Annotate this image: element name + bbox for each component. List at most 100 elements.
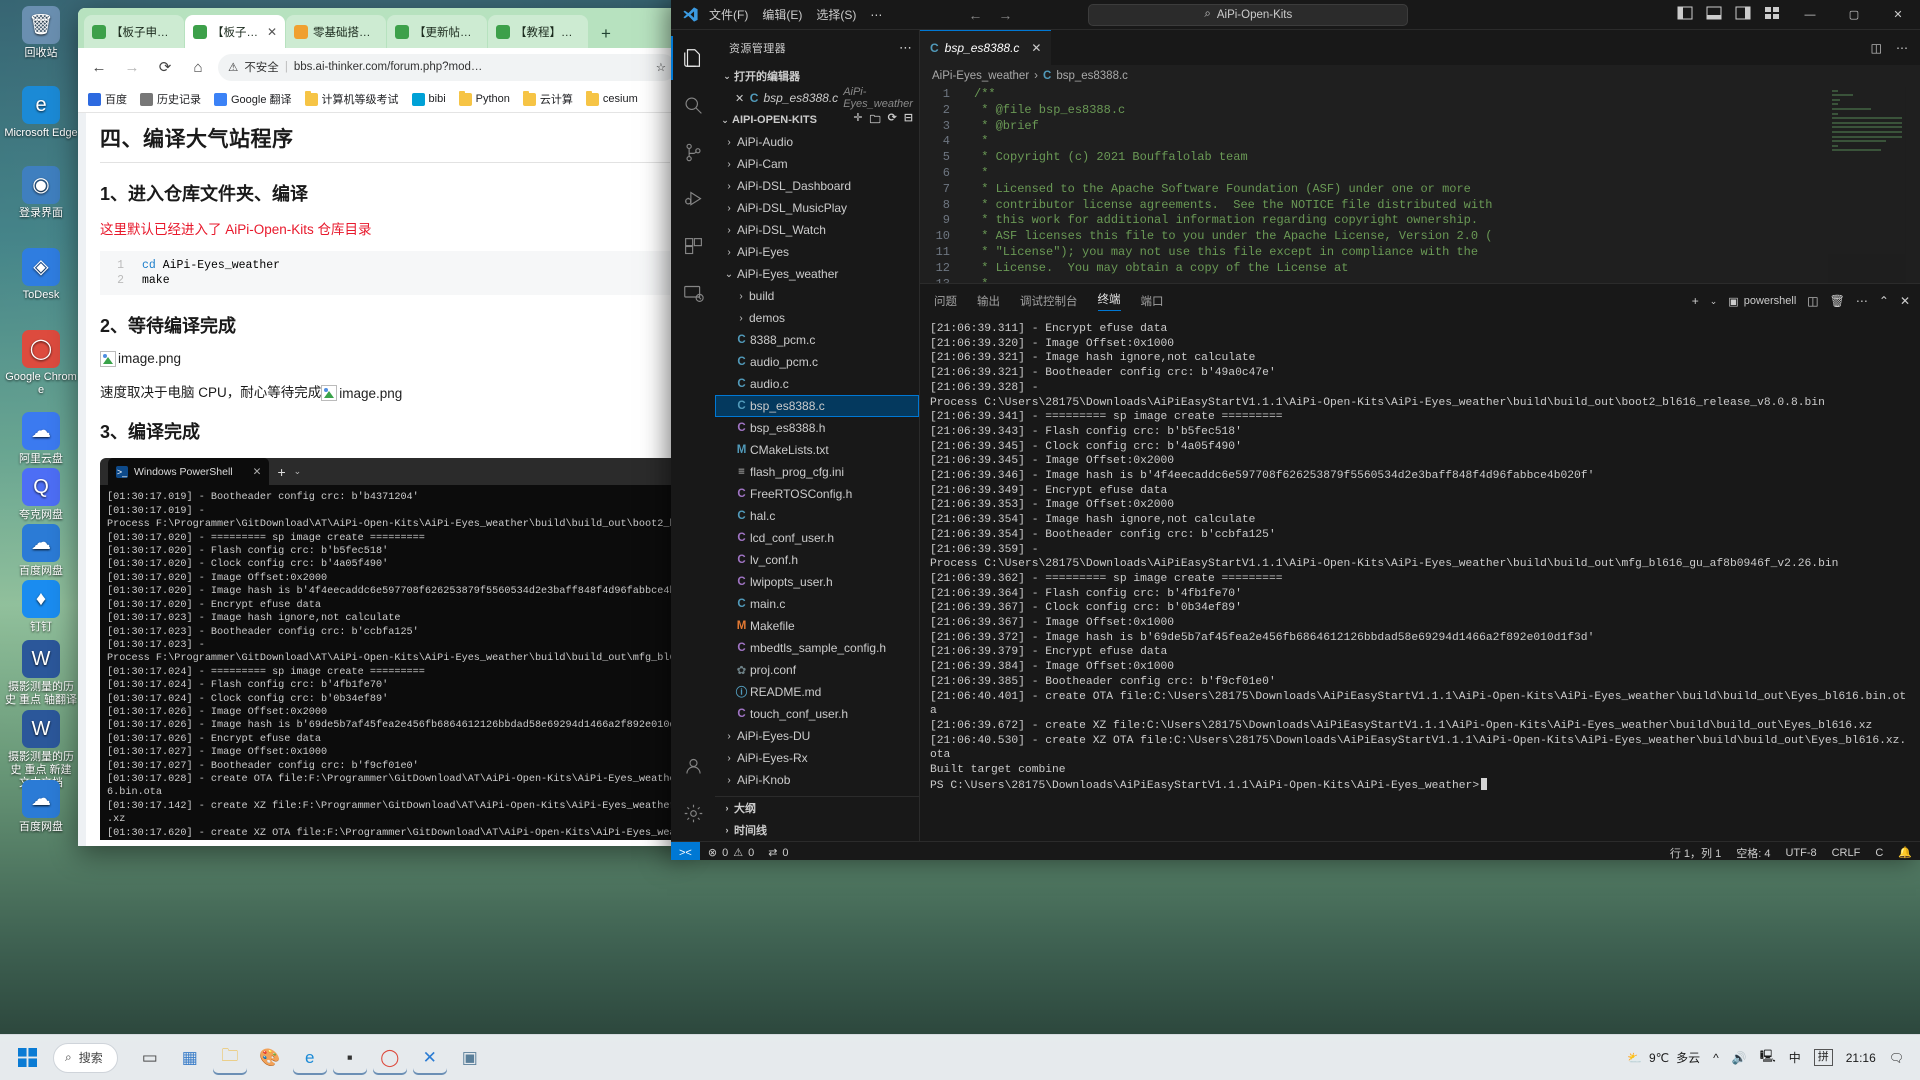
file-tree[interactable]: › AiPi-Audio › AiPi-Cam › AiPi-DSL_Dashboard ›… <box>715 131 919 796</box>
chevron-right-icon[interactable]: › <box>733 313 749 324</box>
close-panel-icon[interactable]: ✕ <box>1900 294 1910 308</box>
ime-language-indicator[interactable]: 中 <box>1789 1049 1801 1066</box>
code-text[interactable]: /** * @file bsp_es8388.c * @brief * * Co… <box>962 87 1920 283</box>
explorer-action-1[interactable]: 🗀 <box>870 111 881 130</box>
tray-expand-icon[interactable]: ^ <box>1713 1051 1719 1065</box>
desktop-icon-7[interactable]: ☁ 百度网盘 <box>4 524 78 578</box>
desktop-icon-9[interactable]: W 摄影测量的历史 重点 轴翻译 <box>4 640 78 707</box>
browser-tab-2[interactable]: 零基础搭建… <box>286 15 386 48</box>
minimap[interactable] <box>1828 87 1906 283</box>
breadcrumb-folder[interactable]: AiPi-Eyes_weather <box>932 70 1029 82</box>
tree-file-bsp_es8388.c[interactable]: Cbsp_es8388.c <box>715 395 919 417</box>
tree-file-main.c[interactable]: Cmain.c <box>715 593 919 615</box>
menu-item-2[interactable]: 选择(S) <box>816 6 856 23</box>
customize-layout-icon[interactable] <box>1764 6 1780 23</box>
tree-folder-AiPi-Cam[interactable]: › AiPi-Cam <box>715 153 919 175</box>
split-terminal-icon[interactable]: ◫ <box>1807 294 1818 308</box>
vscode-forward-icon[interactable]: → <box>998 7 1012 23</box>
browser-tab-0[interactable]: 【板子申请】 <box>84 15 184 48</box>
desktop-icon-5[interactable]: ☁ 阿里云盘 <box>4 412 78 466</box>
taskbar-app-chrome[interactable]: ◯ <box>373 1041 407 1075</box>
browser-tab-3[interactable]: 【更新帖】AiPi… <box>387 15 487 48</box>
forward-icon[interactable]: → <box>119 54 145 80</box>
panel-more-icon[interactable]: ⋯ <box>1856 294 1868 308</box>
bookmark-5[interactable]: Python <box>458 90 510 106</box>
tree-folder-build[interactable]: › build <box>715 285 919 307</box>
tree-folder-AiPi-DSL_MusicPlay[interactable]: › AiPi-DSL_MusicPlay <box>715 197 919 219</box>
tree-folder-AiPi-Eyes_weather[interactable]: ⌄ AiPi-Eyes_weather <box>715 263 919 285</box>
tree-file-lwipopts_user.h[interactable]: Clwipopts_user.h <box>715 571 919 593</box>
language-mode[interactable]: C <box>1875 847 1883 859</box>
minimize-button[interactable]: — <box>1788 0 1832 30</box>
desktop-icon-10[interactable]: W摄影测量的历史 重点 新建 文本文档 <box>4 710 78 790</box>
activitybar-remote-explorer-icon[interactable] <box>671 271 715 315</box>
explorer-more-icon[interactable]: ⋯ <box>899 40 913 56</box>
maximize-panel-icon[interactable]: ⌃ <box>1879 294 1889 308</box>
tree-file-mbedtls_sample_config.h[interactable]: Cmbedtls_sample_config.h <box>715 637 919 659</box>
taskbar-app-edge[interactable]: e <box>293 1041 327 1075</box>
notifications-icon[interactable]: 🗨 <box>1889 1051 1904 1065</box>
taskbar-search[interactable]: ⌕ 搜索 <box>53 1042 118 1073</box>
vscode-back-icon[interactable]: ← <box>968 7 982 23</box>
toggle-panel-icon[interactable] <box>1706 6 1722 23</box>
tree-folder-AiPi-Eyes[interactable]: › AiPi-Eyes <box>715 241 919 263</box>
chevron-right-icon[interactable]: › <box>721 753 737 764</box>
desktop-icon-11[interactable]: ☁ 百度网盘 <box>4 780 78 834</box>
taskbar-app-vscode[interactable]: ✕ <box>413 1041 447 1075</box>
bookmark-3[interactable]: 计算机等级考试 <box>304 90 399 107</box>
chevron-right-icon[interactable]: › <box>721 137 737 148</box>
ime-mode-indicator[interactable]: 拼 <box>1813 1049 1833 1066</box>
cursor-position[interactable]: 行 1，列 1 <box>1670 845 1721 861</box>
breadcrumb[interactable]: AiPi-Eyes_weather › C bsp_es8388.c <box>920 65 1920 87</box>
vscode-window[interactable]: 文件(F) 编辑(E) 选择(S) ⋯ ← → ⌕ AiPi-Open-Kits — <box>671 0 1920 860</box>
activitybar-extensions-icon[interactable] <box>671 224 715 268</box>
tree-file-FreeRTOSConfig.h[interactable]: C FreeRTOSConfig.h <box>715 483 919 505</box>
address-bar[interactable]: ⚠ 不安全 | bbs.ai-thinker.com/forum.php?mod… <box>218 53 676 81</box>
problems-indicator[interactable]: ⊗ 0 ⚠ 0 <box>708 846 754 860</box>
tree-file-lcd_conf_user.h[interactable]: Clcd_conf_user.h <box>715 527 919 549</box>
activitybar-settings-gear-icon[interactable] <box>671 791 715 835</box>
maximize-button[interactable]: ▢ <box>1832 0 1876 30</box>
chevron-down-icon[interactable]: ⌄ <box>721 269 737 280</box>
taskbar-app-task-view[interactable]: ▭ <box>133 1041 167 1075</box>
activitybar-search-icon[interactable] <box>671 83 715 127</box>
tree-file-proj.conf[interactable]: ✿ proj.conf <box>715 659 919 681</box>
notifications-bell-icon[interactable]: 🔔 <box>1898 846 1912 859</box>
vscode-menubar[interactable]: 文件(F) 编辑(E) 选择(S) ⋯ <box>709 6 882 23</box>
reload-icon[interactable]: ⟳ <box>152 54 178 80</box>
taskbar-apps[interactable]: ▭ ▦ 🗀 🎨 e ▪ ◯ ✕ ▣ <box>133 1041 487 1075</box>
editor-tab-bsp-es8388-c[interactable]: C bsp_es8388.c ✕ <box>920 30 1052 65</box>
chevron-right-icon[interactable]: › <box>721 775 737 786</box>
tree-file-8388_pcm.c[interactable]: C 8388_pcm.c <box>715 329 919 351</box>
desktop-icon-1[interactable]: e Microsoft Edge <box>4 86 78 140</box>
bookmark-6[interactable]: 云计算 <box>522 90 573 107</box>
bookmark-star-icon[interactable]: ☆ <box>656 60 666 74</box>
bookmark-0[interactable]: 百度 <box>88 91 127 107</box>
vscode-command-search[interactable]: ⌕ AiPi-Open-Kits <box>1088 3 1409 26</box>
desktop-icon-6[interactable]: Q 夸克网盘 <box>4 468 78 522</box>
bookmark-1[interactable]: 历史记录 <box>140 91 201 107</box>
start-button[interactable] <box>10 1041 44 1075</box>
taskbar-app-widgets[interactable]: ▦ <box>173 1041 207 1075</box>
terminal-shell-pill[interactable]: ▣ powershell <box>1728 295 1796 308</box>
chevron-right-icon[interactable]: › <box>721 225 737 236</box>
tree-folder-AiPi-DSL_Dashboard[interactable]: › AiPi-DSL_Dashboard <box>715 175 919 197</box>
taskbar-app-app-extra[interactable]: ▣ <box>453 1041 487 1075</box>
back-icon[interactable]: ← <box>86 54 112 80</box>
indentation[interactable]: 空格: 4 <box>1736 845 1770 861</box>
panel-tab-端口[interactable]: 端口 <box>1141 293 1164 309</box>
chevron-right-icon[interactable]: › <box>721 247 737 258</box>
terminal-output[interactable]: [21:06:39.311] - Encrypt efuse data [21:… <box>920 318 1920 841</box>
toggle-secondary-sidebar-icon[interactable] <box>1735 6 1751 23</box>
bookmark-4[interactable]: bibi <box>411 92 446 106</box>
taskbar-app-terminal[interactable]: ▪ <box>333 1041 367 1075</box>
open-editor-item[interactable]: ✕ C bsp_es8388.c AiPi-Eyes_weather <box>715 86 919 110</box>
browser-tab-1[interactable]: 【板子申请】 ✕ <box>185 15 285 48</box>
tree-folder-demos[interactable]: › demos <box>715 307 919 329</box>
activitybar-explorer-icon[interactable] <box>671 36 715 80</box>
tree-file-hal.c[interactable]: Chal.c <box>715 505 919 527</box>
breadcrumb-file[interactable]: bsp_es8388.c <box>1056 70 1128 82</box>
line-ending[interactable]: CRLF <box>1832 847 1861 859</box>
close-button[interactable]: ✕ <box>1876 0 1920 30</box>
kill-terminal-icon[interactable]: 🗑 <box>1830 294 1845 308</box>
